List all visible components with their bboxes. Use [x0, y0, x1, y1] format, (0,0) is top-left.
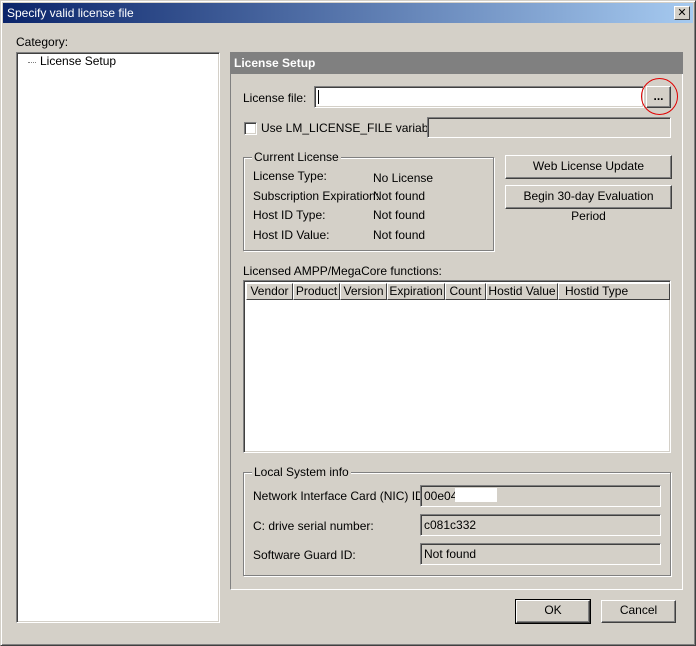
category-tree[interactable] [16, 52, 220, 623]
highlight-circle [641, 78, 678, 115]
column-hostid-type[interactable]: Hostid Type [558, 283, 670, 300]
local-system-legend: Local System info [252, 465, 351, 479]
subscription-expiration-value: Not found [373, 189, 426, 203]
software-guard-field: Not found [420, 543, 661, 565]
tree-connector [28, 62, 36, 64]
column-product[interactable]: Product [293, 283, 340, 300]
title-bar: Specify valid license file ✕ [3, 3, 693, 23]
nic-id-value: 00e04 [424, 489, 458, 503]
column-count[interactable]: Count [445, 283, 486, 300]
use-lm-variable-checkbox[interactable] [244, 122, 257, 135]
nic-id-field: 00e04 [420, 485, 661, 507]
panel-header: License Setup [230, 52, 683, 74]
ok-label: OK [544, 603, 562, 617]
drive-serial-field: c081c332 [420, 514, 661, 536]
text-caret [318, 90, 319, 104]
licensed-functions-label: Licensed AMPP/MegaCore functions: [243, 264, 442, 278]
host-id-type-value: Not found [373, 208, 426, 222]
close-button[interactable]: ✕ [674, 6, 690, 20]
web-license-update-button[interactable]: Web License Update [505, 155, 672, 179]
drive-serial-value: c081c332 [424, 518, 477, 532]
host-id-type-label: Host ID Type: [253, 208, 326, 222]
dialog-window: Specify valid license file ✕ Category: L… [0, 0, 696, 646]
tree-item-license-setup[interactable]: License Setup [38, 54, 118, 68]
lm-variable-field [427, 117, 671, 138]
use-lm-variable-label: Use LM_LICENSE_FILE variable: [261, 121, 442, 135]
column-hostid-value[interactable]: Hostid Value [486, 283, 558, 300]
list-header: Vendor Product Version Expiration Count … [246, 283, 670, 300]
license-type-value: No License [373, 171, 434, 185]
cancel-button[interactable]: Cancel [601, 600, 676, 623]
column-version[interactable]: Version [340, 283, 387, 300]
software-guard-label: Software Guard ID: [253, 548, 356, 562]
subscription-expiration-label: Subscription Expiration: [253, 189, 380, 203]
licensed-functions-list[interactable]: Vendor Product Version Expiration Count … [243, 280, 671, 453]
current-license-legend: Current License [252, 150, 341, 164]
close-icon: ✕ [677, 6, 687, 19]
software-guard-value: Not found [424, 547, 477, 561]
drive-serial-label: C: drive serial number: [253, 519, 374, 533]
host-id-value-value: Not found [373, 228, 426, 242]
panel-title: License Setup [234, 56, 316, 70]
license-type-label: License Type: [253, 169, 327, 183]
nic-id-label: Network Interface Card (NIC) ID: [253, 489, 428, 503]
redaction-block [455, 488, 497, 502]
column-expiration[interactable]: Expiration [387, 283, 445, 300]
cancel-label: Cancel [619, 603, 658, 617]
web-license-update-label: Web License Update [532, 159, 645, 173]
ok-button[interactable]: OK [515, 599, 591, 624]
evaluation-period-button[interactable]: Begin 30-day Evaluation Period [505, 185, 672, 223]
column-vendor[interactable]: Vendor [246, 283, 293, 300]
license-file-input[interactable] [314, 86, 644, 108]
window-title: Specify valid license file [7, 6, 134, 20]
host-id-value-label: Host ID Value: [253, 228, 330, 242]
license-file-label: License file: [243, 91, 307, 105]
category-label: Category: [16, 35, 69, 49]
